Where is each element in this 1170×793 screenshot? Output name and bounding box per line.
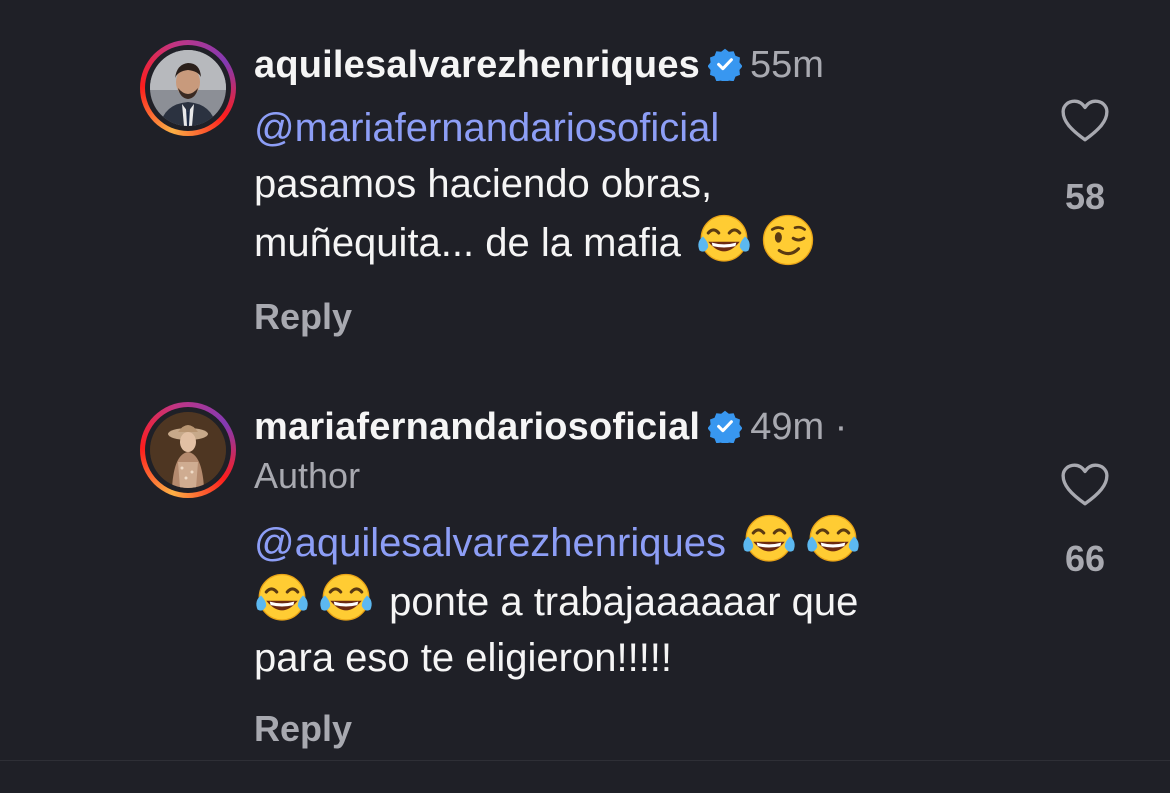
avatar[interactable]: [150, 412, 226, 488]
face-with-tears-of-joy-icon: [254, 571, 310, 627]
avatar-gap: [145, 407, 231, 493]
like-count: 58: [1064, 176, 1106, 217]
author-label: Author: [254, 455, 361, 496]
comment-text-line-with-emoji: muñequita... de la mafia: [254, 212, 994, 271]
avatar-woman-icon: [150, 412, 226, 488]
comment-text: @aquilesalvarezhenriques ponte a trabaja…: [254, 512, 994, 686]
winking-face-icon: [760, 212, 816, 268]
mention-link[interactable]: @mariafernandariosoficial: [254, 106, 719, 150]
avatar-story-ring[interactable]: [140, 402, 236, 498]
avatar-story-ring[interactable]: [140, 40, 236, 136]
comment-header: aquilesalvarezhenriques 55m: [254, 42, 824, 88]
username-link[interactable]: mariafernandariosoficial: [254, 406, 700, 448]
like-count: 66: [1064, 538, 1106, 579]
comment-text-line: pasamos haciendo obras,: [254, 162, 713, 206]
comment-text-line-with-emoji: @aquilesalvarezhenriques: [254, 512, 994, 571]
like-button[interactable]: [1056, 462, 1114, 513]
avatar-man-icon: [150, 50, 226, 126]
face-with-tears-of-joy-icon: [741, 512, 797, 568]
face-with-tears-of-joy-icon: [696, 212, 752, 268]
comment-text-segment: ponte a trabajaaaaaar que: [389, 580, 859, 624]
avatar[interactable]: [150, 50, 226, 126]
comment-text-line: para eso te eligieron!!!!!: [254, 636, 673, 680]
username-link[interactable]: aquilesalvarezhenriques: [254, 44, 700, 86]
comment-timestamp: 49m ·: [750, 406, 848, 448]
reply-button[interactable]: Reply: [254, 296, 352, 338]
avatar-gap: [145, 45, 231, 131]
heart-outline-icon: [1060, 98, 1110, 144]
comment-timestamp: 55m: [750, 44, 824, 86]
like-button[interactable]: [1056, 98, 1114, 149]
face-with-tears-of-joy-icon: [318, 571, 374, 627]
heart-outline-icon: [1060, 462, 1110, 508]
mention-link[interactable]: @aquilesalvarezhenriques: [254, 521, 726, 565]
verified-badge-icon: [708, 47, 742, 81]
comment-text-segment: muñequita... de la mafia: [254, 221, 681, 265]
face-with-tears-of-joy-icon: [805, 512, 861, 568]
comment-header: mariafernandariosoficial 49m ·: [254, 404, 847, 450]
comment-text: @mariafernandariosoficial pasamos hacien…: [254, 100, 994, 271]
comment-text-line-with-emoji: ponte a trabajaaaaaar que: [254, 571, 994, 630]
reply-button[interactable]: Reply: [254, 708, 352, 750]
verified-badge-icon: [708, 409, 742, 443]
divider: [0, 760, 1170, 761]
